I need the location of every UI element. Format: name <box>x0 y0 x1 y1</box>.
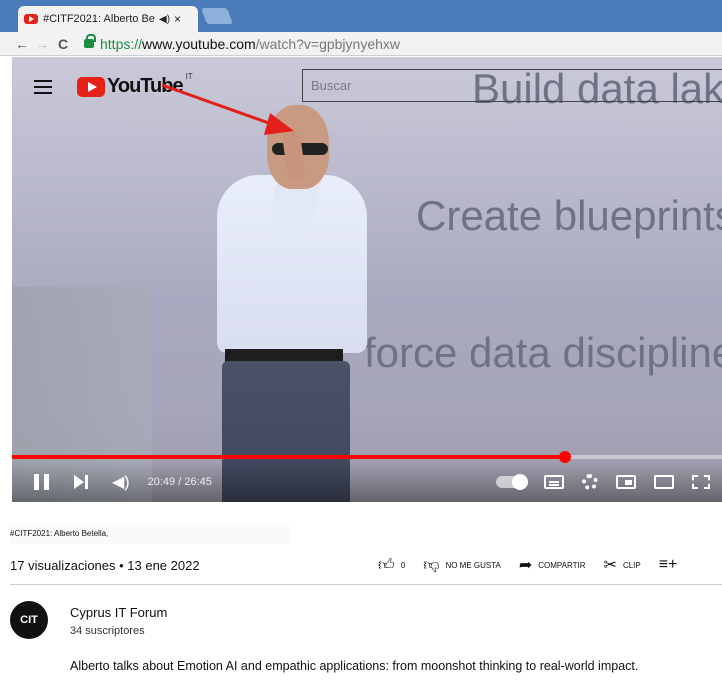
forward-arrow-icon[interactable]: → <box>32 36 52 52</box>
theater-mode-icon[interactable] <box>654 475 674 489</box>
fullscreen-icon[interactable] <box>692 475 710 489</box>
channel-name[interactable]: Cyprus IT Forum <box>70 605 167 620</box>
country-code: IT <box>185 72 193 81</box>
youtube-wordmark: YouTube <box>107 75 184 97</box>
lock-icon <box>84 34 96 48</box>
share-button[interactable]: ➦ COMPARTIR <box>519 555 586 575</box>
url-host: www.youtube.com <box>142 35 256 52</box>
progress-played <box>12 455 566 459</box>
youtube-favicon-icon <box>24 14 38 24</box>
tab-title: #CITF2021: Alberto Bet <box>43 13 155 25</box>
browser-toolbar: ← → C https://www.youtube.com/watch?v=gp… <box>0 32 722 56</box>
clip-button[interactable]: ✂ CLIP <box>604 555 641 575</box>
share-arrow-icon: ➦ <box>518 557 533 574</box>
playlist-add-icon: ≡+ <box>658 556 678 573</box>
next-icon[interactable] <box>74 475 90 489</box>
scissors-icon: ✂ <box>603 557 617 574</box>
tab-close-icon[interactable]: × <box>174 12 181 26</box>
miniplayer-icon[interactable] <box>616 475 636 489</box>
pause-icon[interactable] <box>34 474 50 490</box>
like-count: 0 <box>400 560 406 570</box>
browser-tab[interactable]: #CITF2021: Alberto Bet ◀) × <box>18 6 198 32</box>
thumbs-down-icon: 👎︎ <box>423 556 440 574</box>
video-title: #CITF2021: Alberto Betella, <box>10 524 290 544</box>
hamburger-menu-icon[interactable] <box>34 80 52 94</box>
youtube-play-icon <box>77 76 105 97</box>
time-display: 20:49 / 26:45 <box>147 476 212 488</box>
dislike-label: NO ME GUSTA <box>445 560 501 570</box>
reload-icon[interactable]: C <box>58 36 72 52</box>
thumbs-up-icon: 👍︎ <box>378 556 395 574</box>
clip-label: CLIP <box>622 560 641 570</box>
url-scheme: https:// <box>100 35 143 52</box>
progress-bar[interactable] <box>12 451 722 463</box>
channel-avatar[interactable]: CIT <box>10 601 48 639</box>
save-to-playlist-button[interactable]: ≡+ <box>659 556 684 574</box>
volume-icon[interactable]: ◀) <box>112 472 130 492</box>
subtitles-icon[interactable] <box>544 475 564 489</box>
share-label: COMPARTIR <box>538 560 586 570</box>
search-input[interactable] <box>302 69 722 102</box>
autoplay-toggle[interactable] <box>496 474 528 490</box>
back-arrow-icon[interactable]: ← <box>12 36 32 52</box>
video-meta-row: 17 visualizaciones • 13 ene 2022 👍︎ 0 👎︎… <box>10 554 722 576</box>
player-right-controls <box>496 474 710 490</box>
speaker-icon[interactable]: ◀) <box>159 14 170 25</box>
youtube-logo[interactable]: YouTube IT <box>77 72 193 98</box>
dislike-button[interactable]: 👎︎ NO ME GUSTA <box>423 556 501 575</box>
video-actions: 👍︎ 0 👎︎ NO ME GUSTA ➦ COMPARTIR ✂ CLIP ≡… <box>378 554 701 576</box>
browser-tabbar: #CITF2021: Alberto Bet ◀) × <box>0 0 722 32</box>
address-bar[interactable]: https://www.youtube.com/watch?v=gpbjynye… <box>100 36 400 52</box>
slide-line-3: force data discipline <box>364 329 722 376</box>
video-player[interactable]: Build data lake Create blueprints force … <box>12 57 722 502</box>
new-tab-button[interactable] <box>201 8 233 24</box>
avatar-text: CIT <box>20 614 38 626</box>
divider <box>10 584 722 585</box>
player-controls: ◀) 20:49 / 26:45 <box>12 462 722 502</box>
like-button[interactable]: 👍︎ 0 <box>378 556 405 575</box>
subscriber-count: 34 suscriptores <box>70 625 145 637</box>
slide-line-2: Create blueprints <box>416 192 722 239</box>
url-path: /watch?v=gpbjynyehxw <box>255 35 401 52</box>
views-and-date: 17 visualizaciones • 13 ene 2022 <box>10 557 200 573</box>
settings-gear-icon[interactable] <box>582 474 598 490</box>
video-description: Alberto talks about Emotion AI and empat… <box>70 659 639 673</box>
